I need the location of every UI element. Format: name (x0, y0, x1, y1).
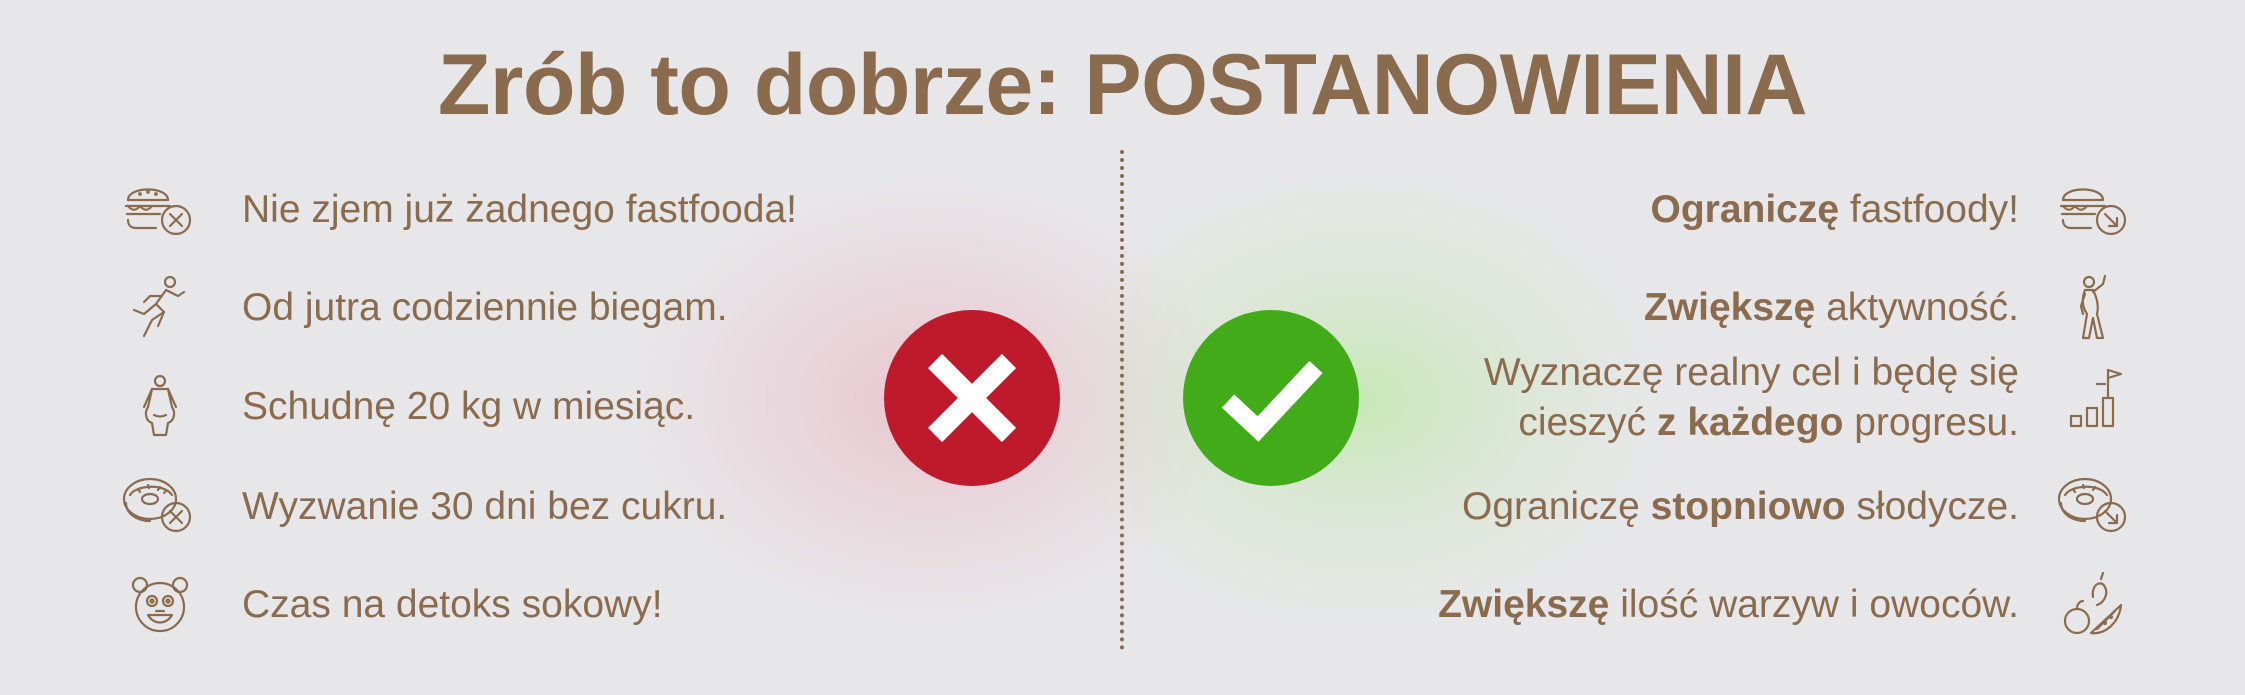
bad-resolution-text: Wyzwanie 30 dni bez cukru. (242, 485, 728, 528)
good-resolution-4: Ograniczę stopniowo słodycze. (1462, 472, 2135, 542)
page-title: Zrób to dobrze: POSTANOWIENIA (437, 37, 1808, 133)
bad-resolution-text: Czas na detoks sokowy! (242, 583, 663, 626)
bad-resolution-1: Nie zjem już żadnego fastfooda! (120, 175, 797, 245)
right-badge (1183, 310, 1359, 486)
person-weight-icon (120, 372, 200, 442)
bad-resolution-4: Wyzwanie 30 dni bez cukru. (120, 472, 727, 542)
check-icon (1221, 360, 1323, 442)
center-divider (1120, 150, 1124, 650)
fruits-icon (2055, 570, 2135, 640)
good-resolution-text: Wyznaczę realny cel i będę się cieszyć z… (1483, 351, 2019, 444)
juice-face-icon (120, 570, 200, 640)
donut-arrow-icon (2055, 472, 2135, 542)
burger-crossed-icon (120, 175, 200, 245)
cross-icon (927, 353, 1017, 443)
good-resolution-5: Zwiększę ilość warzyw i owoców. (1438, 570, 2135, 640)
bad-resolution-text: Nie zjem już żadnego fastfooda! (242, 188, 797, 231)
stretching-person-icon (2055, 273, 2135, 343)
good-resolution-text: Zwiększę aktywność. (1643, 286, 2019, 329)
good-resolution-text: Ograniczę stopniowo słodycze. (1462, 485, 2019, 528)
bad-resolution-3: Schudnę 20 kg w miesiąc. (120, 372, 695, 442)
bad-resolution-5: Czas na detoks sokowy! (120, 570, 663, 640)
good-resolution-3: Wyznaczę realny cel i będę się cieszyć z… (1484, 350, 2135, 446)
progress-steps-icon (2055, 363, 2135, 433)
donut-crossed-icon (120, 472, 200, 542)
burger-arrow-icon (2055, 175, 2135, 245)
bad-resolution-text: Od jutra codziennie biegam. (242, 286, 728, 329)
good-resolution-text: Ograniczę fastfoody! (1650, 188, 2019, 231)
bad-resolution-2: Od jutra codziennie biegam. (120, 273, 728, 343)
wrong-badge (884, 310, 1060, 486)
good-resolution-1: Ograniczę fastfoody! (1650, 175, 2135, 245)
runner-icon (120, 273, 200, 343)
good-resolution-text: Zwiększę ilość warzyw i owoców. (1438, 583, 2019, 626)
bad-resolution-text: Schudnę 20 kg w miesiąc. (242, 385, 696, 428)
good-resolution-2: Zwiększę aktywność. (1644, 273, 2135, 343)
